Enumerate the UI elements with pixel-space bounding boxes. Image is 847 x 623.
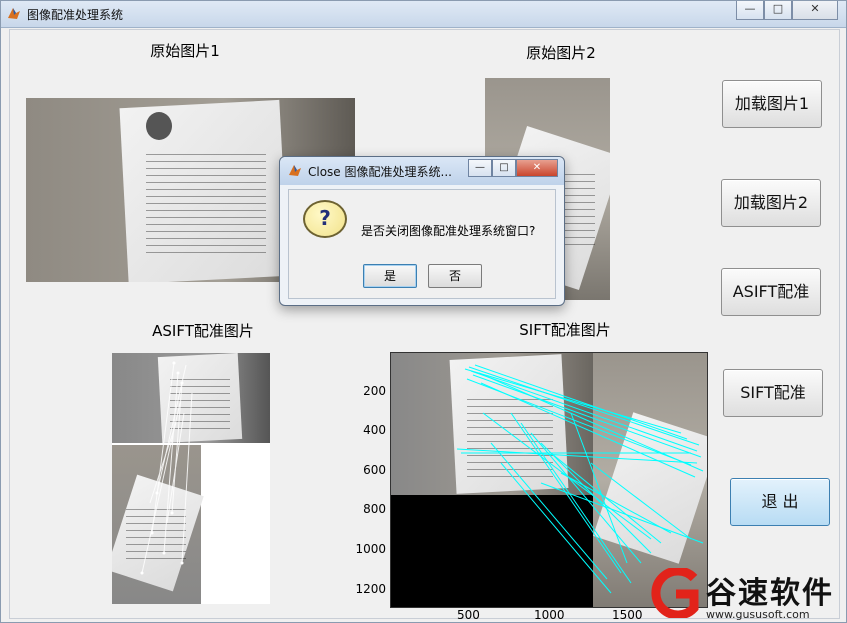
yes-button[interactable]: 是 (363, 264, 417, 288)
close-confirm-dialog: Close 图像配准处理系统... — □ ✕ ? 是否关闭图像配准处理系统窗口… (279, 156, 565, 306)
x-tick-label: 500 (457, 608, 480, 622)
dialog-title: Close 图像配准处理系统... (308, 165, 452, 179)
y-tick-label: 1200 (355, 582, 386, 596)
asift-register-button[interactable]: ASIFT配准 (721, 268, 821, 316)
sift-register-button[interactable]: SIFT配准 (723, 369, 823, 417)
label-sift-result: SIFT配准图片 (519, 321, 611, 339)
y-tick-label: 1000 (355, 542, 386, 556)
y-tick-label: 600 (363, 463, 386, 477)
close-button[interactable]: ✕ (792, 1, 838, 20)
y-tick-label: 200 (363, 384, 386, 398)
y-tick-label: 400 (363, 423, 386, 437)
asift-match-points (140, 361, 193, 575)
label-original-image-2: 原始图片2 (526, 44, 596, 62)
title-bar: 图像配准处理系统 — □ ✕ (1, 1, 846, 28)
x-tick-label: 1000 (534, 608, 565, 622)
watermark-url: www.gususoft.com (706, 608, 810, 621)
x-tick-label: 1500 (612, 608, 643, 622)
label-asift-result: ASIFT配准图片 (152, 322, 254, 340)
dialog-close-button[interactable]: ✕ (516, 159, 558, 177)
dialog-message: 是否关闭图像配准处理系统窗口? (361, 224, 536, 238)
dialog-minimize-button[interactable]: — (468, 159, 492, 177)
minimize-button[interactable]: — (736, 1, 764, 20)
question-icon: ? (303, 200, 347, 238)
dialog-body: ? 是否关闭图像配准处理系统窗口? 是 否 (288, 189, 556, 299)
load-image-2-button[interactable]: 加载图片2 (721, 179, 821, 227)
y-tick-label: 800 (363, 502, 386, 516)
watermark: 谷速软件 www.gususoft.com (648, 564, 847, 623)
window-title: 图像配准处理系统 (27, 8, 124, 22)
load-image-1-button[interactable]: 加载图片1 (722, 80, 822, 128)
maximize-button[interactable]: □ (764, 1, 792, 20)
no-button[interactable]: 否 (428, 264, 482, 288)
matlab-icon (289, 165, 301, 176)
dialog-maximize-button[interactable]: □ (492, 159, 516, 177)
exit-button[interactable]: 退 出 (730, 478, 830, 526)
asift-result-image (112, 353, 270, 604)
watermark-logo-icon (651, 568, 699, 618)
label-original-image-1: 原始图片1 (150, 42, 220, 60)
dialog-title-bar: Close 图像配准处理系统... — □ ✕ (280, 157, 564, 185)
matlab-icon (8, 8, 20, 19)
watermark-brand: 谷速软件 (706, 576, 834, 611)
